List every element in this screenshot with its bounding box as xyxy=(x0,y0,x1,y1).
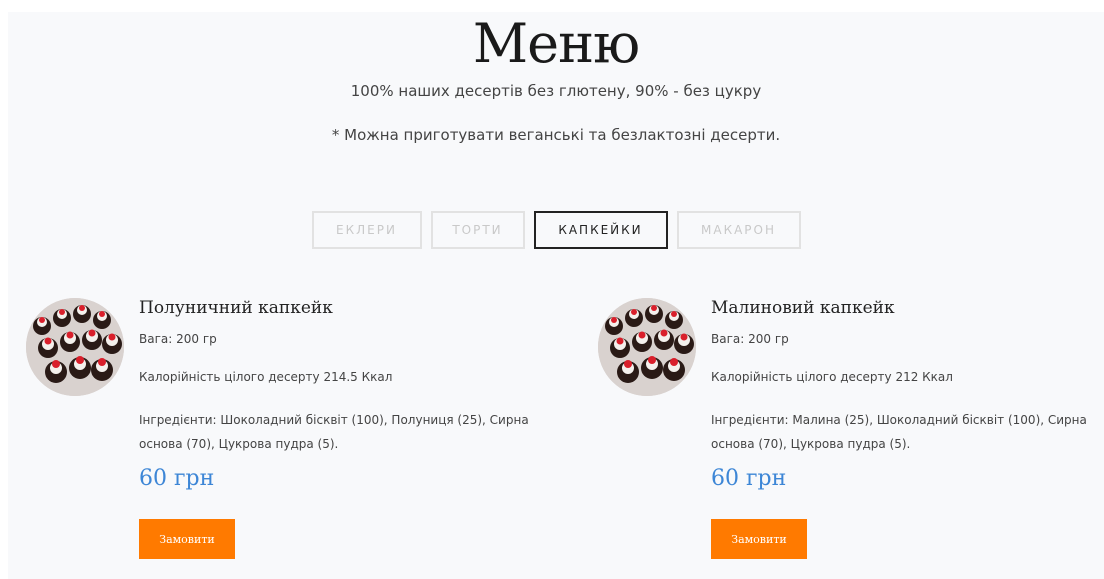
order-button[interactable]: Замовити xyxy=(139,519,235,559)
product-price: 60 грн xyxy=(711,466,787,491)
product-image xyxy=(598,298,696,396)
product-price: 60 грн xyxy=(139,466,215,491)
tab-macarons[interactable]: МАКАРОН xyxy=(676,211,801,249)
product-weight: Вага: 200 гр xyxy=(711,332,789,346)
product-image xyxy=(26,298,124,396)
product-calories: Калорійність цілого десерту 212 Ккал xyxy=(711,370,953,384)
order-button[interactable]: Замовити xyxy=(711,519,807,559)
page-title: Меню xyxy=(472,12,640,75)
category-tabs: ЕКЛЕРИ ТОРТИ КАПКЕЙКИ МАКАРОН xyxy=(8,211,1104,249)
menu-section: Меню 100% наших десертів без глютену, 90… xyxy=(8,12,1104,579)
product-weight: Вага: 200 гр xyxy=(139,332,217,346)
menu-note: * Можна приготувати веганські та безлакт… xyxy=(331,126,781,144)
product-ingredients: Інгредієнти: Шоколадний бісквіт (100), П… xyxy=(139,413,529,451)
product-calories: Калорійність цілого десерту 214.5 Ккал xyxy=(139,370,393,384)
tab-cakes[interactable]: ТОРТИ xyxy=(430,211,525,249)
product-name: Малиновий капкейк xyxy=(711,298,895,318)
product-name: Полуничний капкейк xyxy=(139,298,333,318)
tab-eclairs[interactable]: ЕКЛЕРИ xyxy=(311,211,422,249)
menu-subtitle: 100% наших десертів без глютену, 90% - б… xyxy=(350,82,762,100)
tab-cupcakes[interactable]: КАПКЕЙКИ xyxy=(533,211,668,249)
product-ingredients: Інгредієнти: Малина (25), Шоколадний біс… xyxy=(711,413,1087,451)
